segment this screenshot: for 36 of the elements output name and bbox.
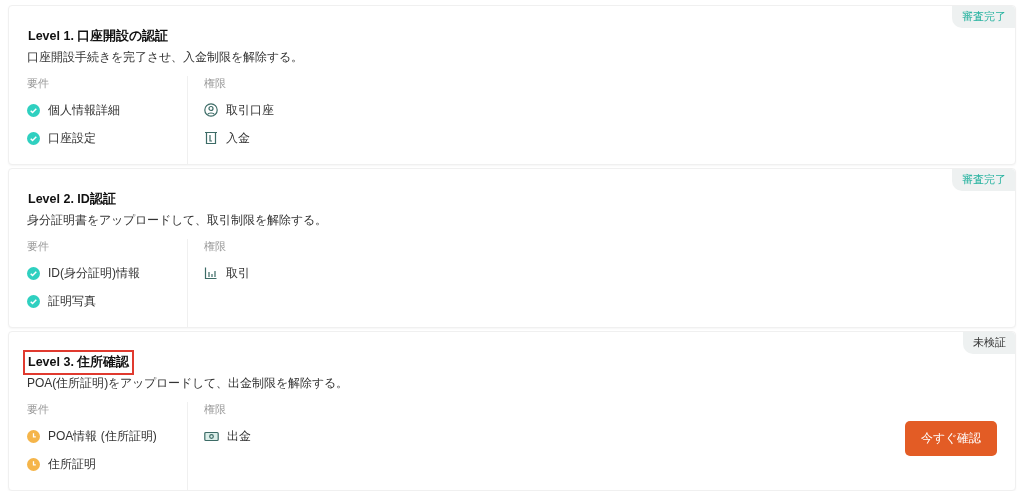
level-description: 身分証明書をアップロードして、取引制限を解除する。 — [27, 212, 328, 229]
level-description: 口座開設手続きを完了させ、入金制限を解除する。 — [27, 49, 304, 66]
requirement-text: ID(身分証明)情報 — [48, 264, 140, 282]
permission-text: 入金 — [226, 129, 250, 147]
column-label: 要件 — [27, 76, 50, 91]
level-title: Level 2. ID認証 — [27, 191, 117, 208]
column-label: 要件 — [27, 402, 50, 417]
door-icon — [204, 131, 218, 145]
clock-icon — [27, 457, 40, 471]
column-label: 権限 — [204, 76, 227, 91]
status-badge: 審査完了 — [952, 169, 1015, 191]
requirement-text: POA情報 (住所証明) — [48, 427, 157, 445]
status-badge: 審査完了 — [952, 6, 1015, 28]
user-icon — [204, 103, 218, 117]
requirement-text: 住所証明 — [48, 455, 96, 473]
check-icon — [27, 266, 40, 280]
requirement-text: 証明写真 — [48, 292, 96, 310]
column-label: 要件 — [27, 239, 50, 254]
level-title: Level 3. 住所確認 — [23, 350, 135, 375]
level-description: POA(住所証明)をアップロードして、出金制限を解除する。 — [27, 375, 350, 392]
check-icon — [27, 103, 40, 117]
check-icon — [27, 294, 40, 308]
clock-icon — [27, 429, 40, 443]
permission-text: 取引 — [226, 264, 250, 282]
level-title: Level 1. 口座開設の認証 — [27, 28, 170, 45]
requirement-text: 口座設定 — [48, 129, 96, 147]
verify-now-button[interactable]: 今すぐ確認 — [905, 421, 997, 456]
permission-text: 取引口座 — [226, 101, 274, 119]
cash-icon — [204, 430, 219, 442]
status-badge: 未検証 — [963, 332, 1015, 354]
requirement-text: 個人情報詳細 — [48, 101, 120, 119]
bar-chart-icon — [204, 266, 218, 280]
column-label: 権限 — [204, 239, 227, 254]
check-icon — [27, 131, 40, 145]
permission-text: 出金 — [227, 427, 251, 445]
column-label: 権限 — [204, 402, 227, 417]
